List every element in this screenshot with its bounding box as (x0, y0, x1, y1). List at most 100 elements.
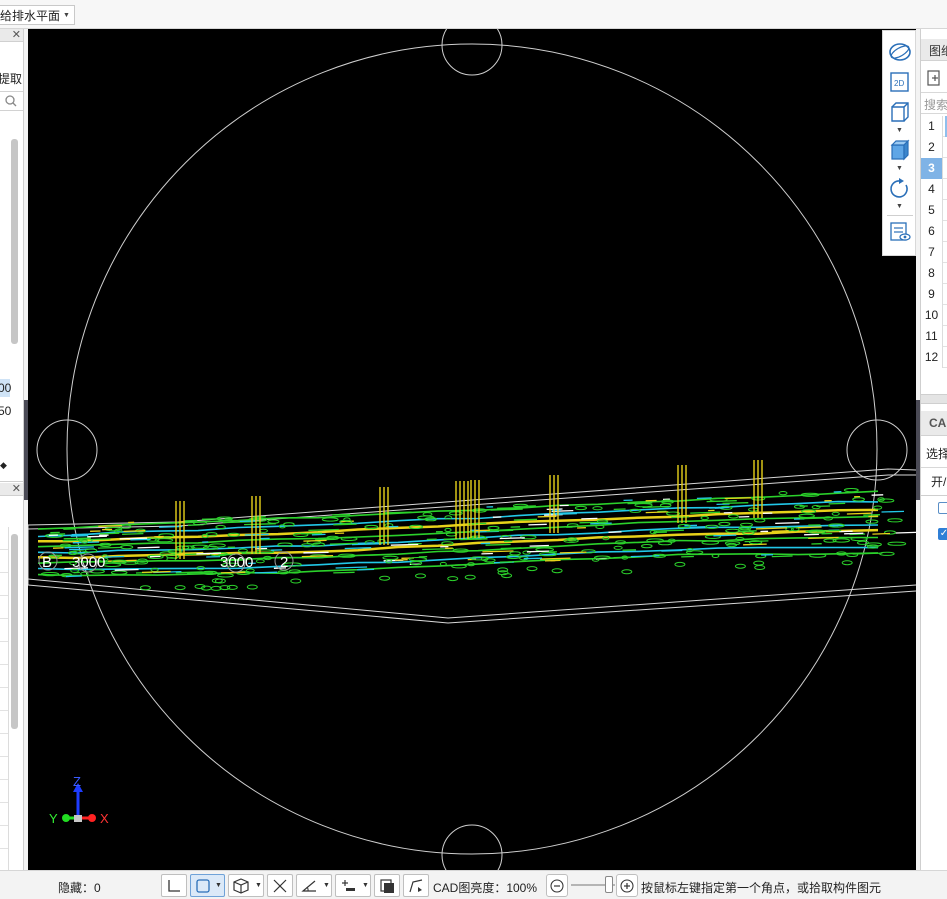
brightness-slider-handle[interactable] (605, 876, 613, 893)
list-eye-icon[interactable] (888, 221, 912, 243)
chevron-down-icon[interactable]: ▼ (255, 882, 262, 889)
offset-icon (342, 880, 355, 891)
pick-label[interactable]: 提取 (0, 70, 22, 87)
command-hint: 按鼠标左键指定第一个角点，或拾取构件图元 (641, 881, 882, 895)
cube-outline-icon[interactable] (888, 101, 912, 123)
left-value-b: 50 (0, 404, 12, 418)
plus-circle-icon (620, 879, 634, 893)
chevron-down-icon[interactable]: ▼ (362, 882, 369, 889)
drawing-list-row[interactable]: 7 (921, 242, 947, 263)
left-scrollbar[interactable] (11, 139, 18, 344)
left-panel-header-2: ✕ (0, 482, 23, 496)
drawing-row-number: 3 (921, 158, 943, 179)
drawing-row-number: 2 (921, 137, 943, 158)
left-panel-header: ✕ (0, 29, 23, 42)
3d-snap-button[interactable]: ▼ (228, 874, 264, 897)
brightness-decrease-button[interactable] (546, 874, 568, 897)
triad-z-label: Z (73, 774, 81, 789)
select-label[interactable]: 选择 (926, 445, 947, 462)
close-icon[interactable]: ✕ (12, 482, 21, 495)
cube-solid-icon[interactable] (888, 139, 912, 161)
cad-divider-2 (921, 495, 947, 496)
drawing-list-row[interactable]: 2 (921, 137, 947, 158)
layer-checkbox[interactable] (938, 502, 947, 514)
ortho-button[interactable] (161, 874, 187, 897)
close-icon[interactable]: ✕ (12, 29, 21, 41)
layer-dropdown[interactable]: 给排水平面 ▼ (0, 5, 75, 25)
2d-icon[interactable]: 2D (888, 71, 912, 93)
left-grid (0, 527, 9, 870)
drawing-row-number: 1 (921, 116, 943, 137)
polyline-icon (409, 879, 423, 893)
chevron-down-icon[interactable]: ▼ (896, 165, 903, 172)
angle-button[interactable]: ▼ (296, 874, 332, 897)
right-panel: 图纸管理 搜索 123456789101112 CAD 选择 开/关 ✓ (920, 29, 947, 870)
drawing-row-number: 7 (921, 242, 943, 263)
cube-icon (233, 878, 249, 894)
svg-text:2D: 2D (894, 79, 904, 88)
triad-x-label: X (100, 811, 109, 826)
rotate-icon[interactable] (888, 177, 912, 199)
floor-slab (28, 468, 916, 624)
drawing-list-row[interactable]: 4 (921, 179, 947, 200)
polyline-button[interactable] (403, 874, 429, 897)
view-tools-toolbar: 2D ▼ ▼ ▼ (882, 30, 916, 256)
offset-button[interactable]: ▼ (335, 874, 371, 897)
chevron-down-icon: ▼ (63, 11, 70, 19)
cross-button[interactable] (267, 874, 293, 897)
chevron-down-icon[interactable]: ▼ (896, 127, 903, 134)
snap-button[interactable]: ▼ (190, 874, 225, 897)
cad-divider (921, 467, 947, 468)
pipe-network[interactable] (37, 488, 916, 591)
drawing-manager-title: 图纸管理 (929, 44, 947, 58)
layer-display-icon (380, 879, 394, 893)
3d-viewport[interactable]: B 3000 3000 2 Z Y X (28, 29, 916, 870)
drawing-list-row[interactable]: 8 (921, 263, 947, 284)
drawing-list: 1 2 3 4 5 6 7 8 9 10 11 12 (921, 116, 947, 368)
chevron-down-icon[interactable]: ▼ (323, 882, 330, 889)
hidden-count: 隐藏：0 (58, 881, 101, 895)
drawing-row-number: 4 (921, 179, 943, 200)
orbit-circle[interactable] (66, 43, 878, 855)
orbit-handle-top[interactable] (441, 29, 503, 76)
app-window: 给排水平面 ▼ ✕ 提取 00 50 ◆ ✕ (0, 0, 947, 899)
drawing-list-row[interactable]: 11 (921, 326, 947, 347)
orbit-icon[interactable] (888, 41, 912, 63)
drawing-list-row[interactable]: 10 (921, 305, 947, 326)
drawing-list-row[interactable]: 6 (921, 221, 947, 242)
triad-y-label: Y (49, 811, 58, 826)
cad-panel-header: CAD (921, 411, 947, 436)
drawing-row-number: 5 (921, 200, 943, 221)
cad-panel-title: CAD (929, 416, 947, 430)
drawing-list-row[interactable]: 5 (921, 200, 947, 221)
left-search-input[interactable] (0, 91, 23, 111)
drawing-list-row[interactable]: 1 (921, 116, 947, 137)
drawing-list-row[interactable]: 9 (921, 284, 947, 305)
chevron-down-icon[interactable]: ▼ (215, 882, 222, 889)
left-panel: ✕ 提取 00 50 ◆ ✕ (0, 29, 24, 870)
snap-rect-icon (196, 879, 210, 893)
drawing-manager-header: 图纸管理 (921, 39, 947, 61)
chevron-down-icon[interactable]: ▼ (896, 203, 903, 210)
left-scrollbar-2[interactable] (11, 534, 18, 729)
left-value-a: 00 (0, 381, 12, 395)
search-icon (5, 95, 17, 107)
drawing-row-number: 8 (921, 263, 943, 284)
drawing-row-number: 11 (921, 326, 943, 347)
layer-display-button[interactable] (374, 874, 400, 897)
brightness-increase-button[interactable] (616, 874, 638, 897)
drawing-search-input[interactable]: 搜索 (921, 92, 947, 114)
orbit-handle-bottom[interactable] (441, 824, 503, 870)
drawing-row-number: 9 (921, 284, 943, 305)
drawing-row-number: 6 (921, 221, 943, 242)
layer-checkbox-checked[interactable]: ✓ (938, 528, 947, 540)
top-toolbar: 给排水平面 ▼ (0, 0, 947, 29)
drawing-list-row[interactable]: 3 (921, 158, 947, 179)
axis-triad-icon: Z Y X (49, 774, 109, 826)
diamond-icon[interactable]: ◆ (0, 460, 7, 471)
viewport-canvas: B 3000 3000 2 Z Y X (28, 29, 916, 870)
add-drawing-icon[interactable] (926, 69, 944, 87)
view-tools-divider (887, 215, 913, 216)
toggle-label[interactable]: 开/关 (931, 473, 947, 490)
drawing-list-row[interactable]: 12 (921, 347, 947, 368)
